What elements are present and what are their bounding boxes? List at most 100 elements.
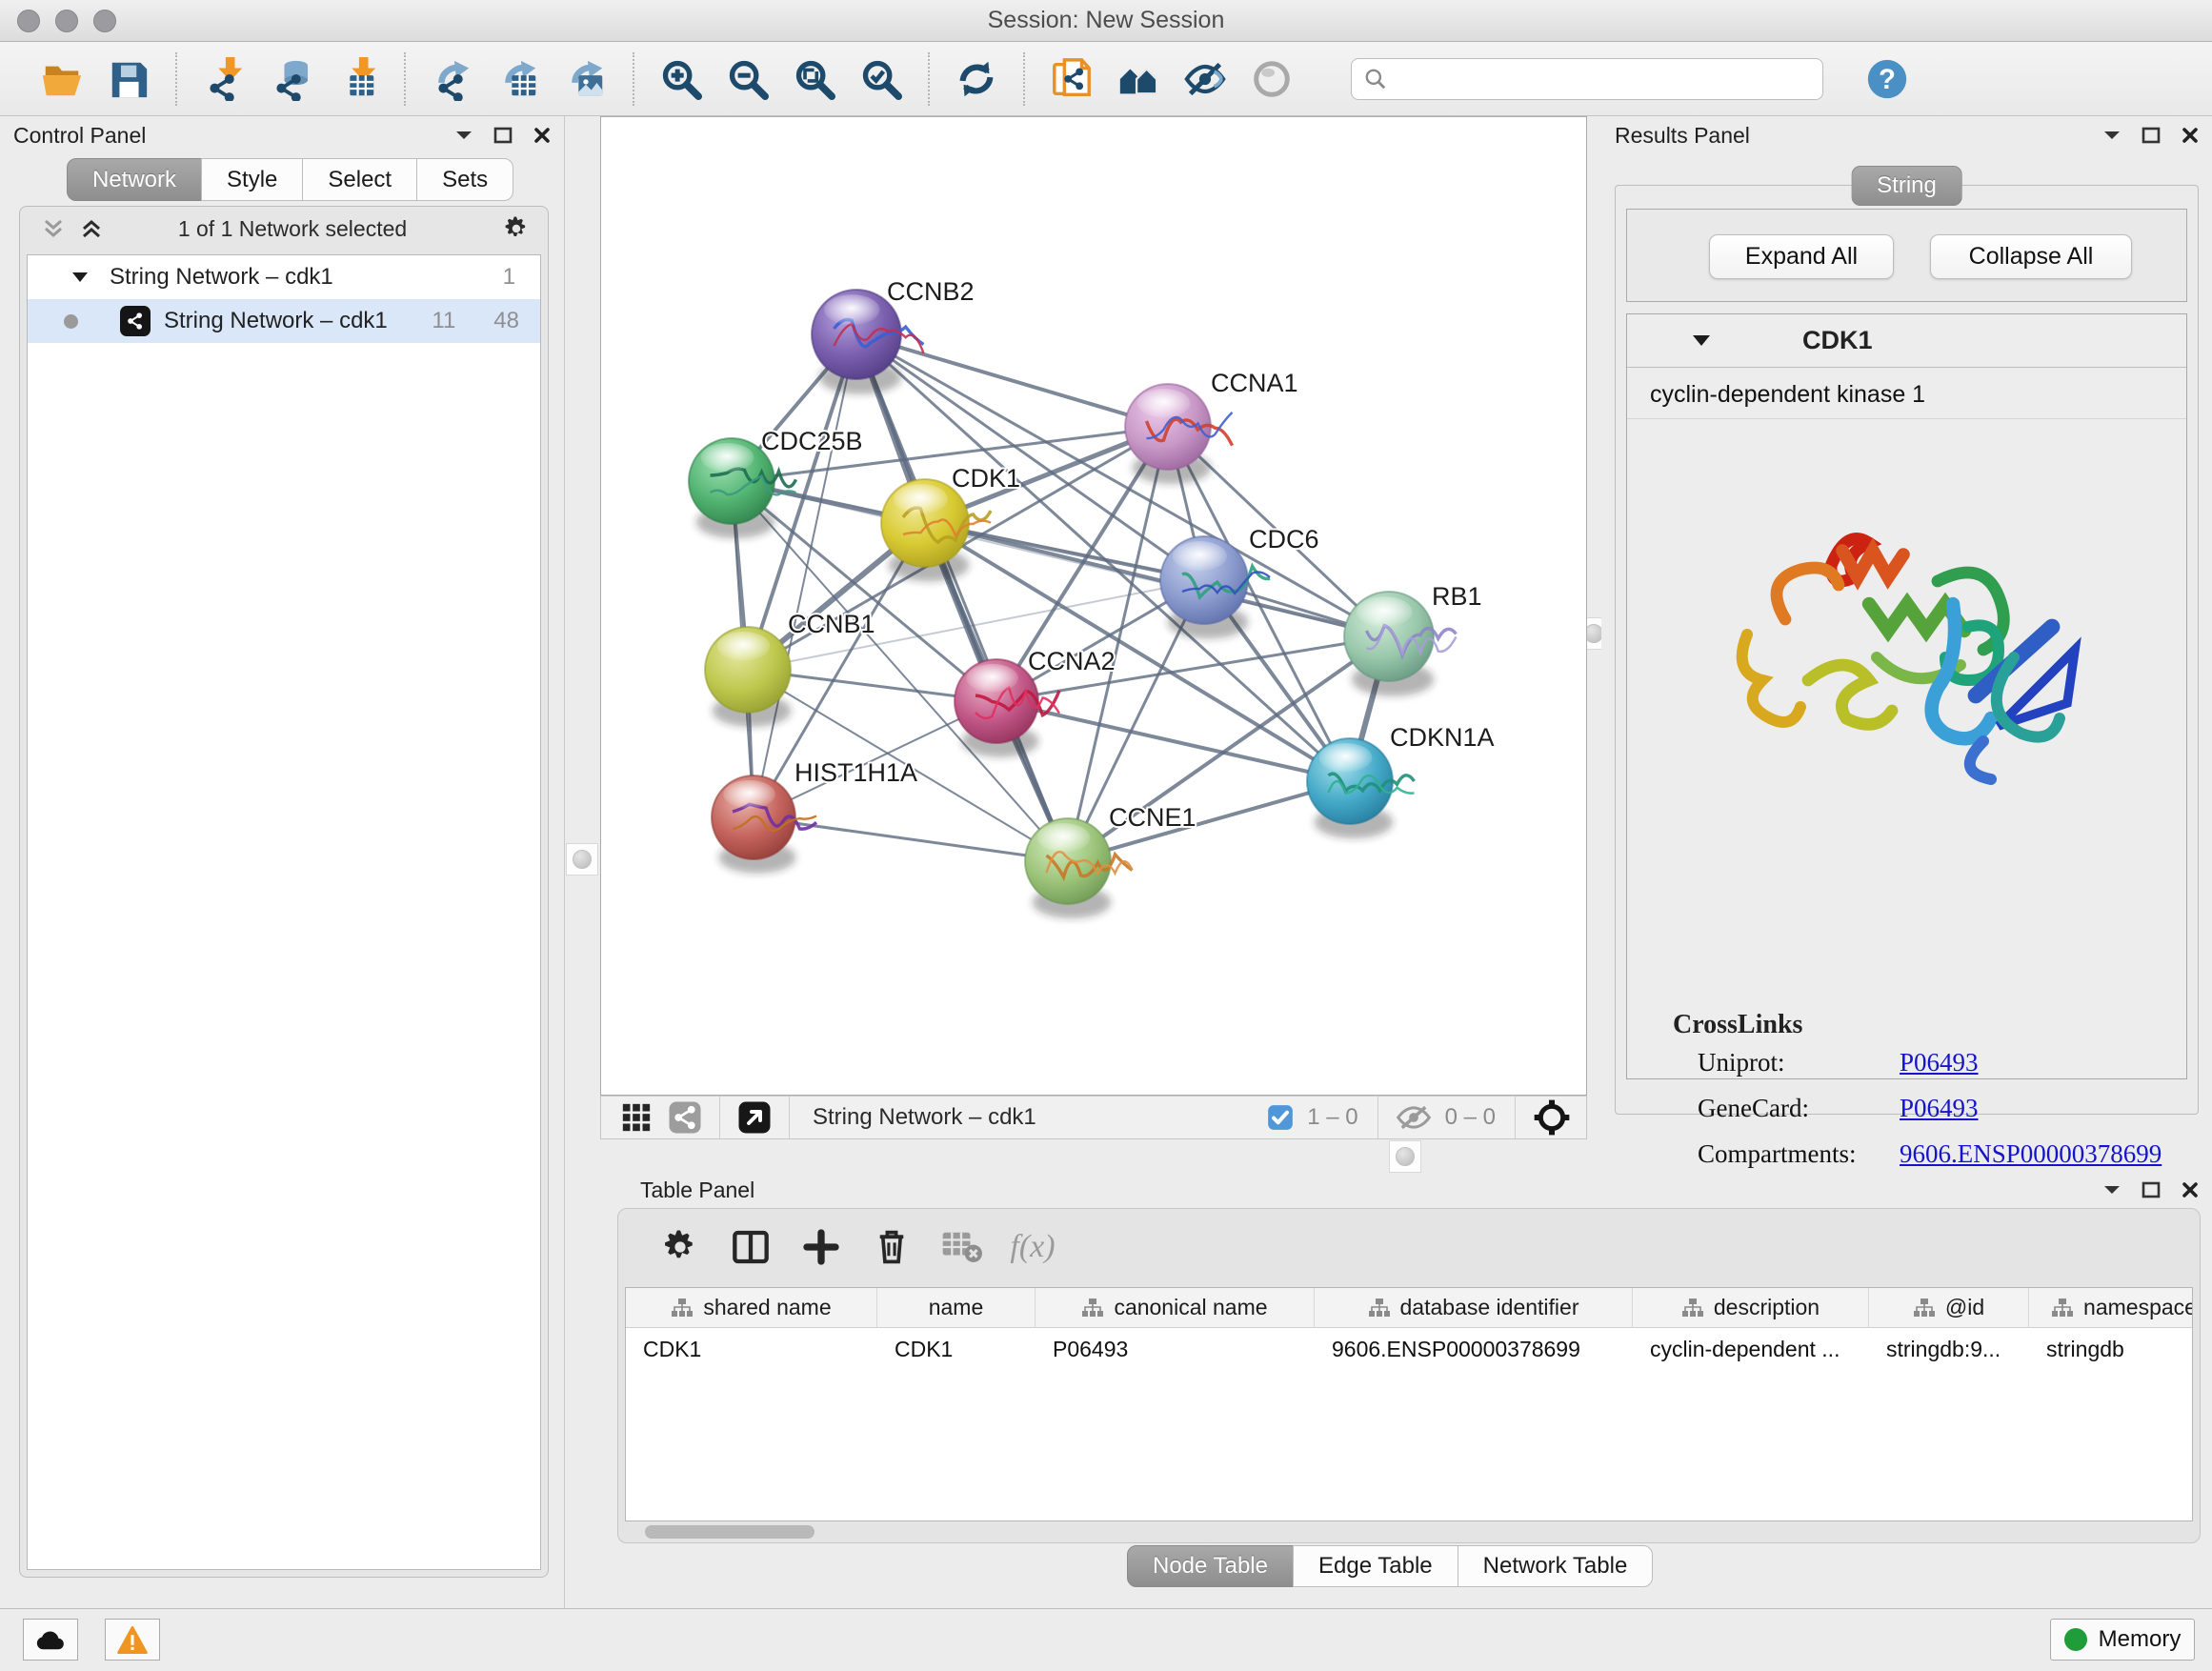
string-home-button[interactable]	[1111, 51, 1166, 107]
expand-all-networks-icon[interactable]	[79, 216, 104, 241]
node-label-CDK1: CDK1	[952, 464, 1020, 493]
main-toolbar: ?	[0, 42, 2212, 116]
import-table-file-button[interactable]	[330, 51, 385, 107]
zoom-out-button[interactable]	[720, 51, 775, 107]
expand-all-button[interactable]: Expand All	[1709, 234, 1894, 279]
network-canvas[interactable]: CCNB2CCNA1CDC25BCDK1CDC6RB1CCNB1CCNA2CDK…	[600, 116, 1587, 1096]
tab-style[interactable]: Style	[201, 158, 303, 201]
crosslink-label: GeneCard:	[1698, 1094, 1875, 1123]
tab-string[interactable]: String	[1851, 166, 1962, 206]
protein-section-header[interactable]: CDK1	[1627, 314, 2186, 368]
export-image-button[interactable]	[558, 51, 613, 107]
cell-shared-name[interactable]: CDK1	[626, 1328, 877, 1370]
edge-CDK1-RB1[interactable]	[925, 523, 1389, 636]
warning-button[interactable]	[105, 1619, 160, 1661]
edge-CCNB2-HIST1H1A[interactable]	[754, 334, 856, 817]
export-table-button[interactable]	[492, 51, 547, 107]
crosslink-link[interactable]: P06493	[1900, 1094, 1979, 1123]
delete-column-trash-icon[interactable]	[867, 1222, 916, 1272]
column-header-canonical-name[interactable]: canonical name	[1036, 1288, 1315, 1327]
tab-node-table[interactable]: Node Table	[1127, 1545, 1294, 1587]
network-view-icon[interactable]	[668, 1100, 702, 1135]
node-label-CCNA2: CCNA2	[1028, 647, 1116, 675]
column-header-namespace[interactable]: namespace	[2029, 1288, 2193, 1327]
crosslink-link[interactable]: 9606.ENSP00000378699	[1900, 1139, 2162, 1169]
cell-@id[interactable]: stringdb:9...	[1869, 1328, 2029, 1370]
cell-database-identifier[interactable]: 9606.ENSP00000378699	[1315, 1328, 1633, 1370]
export-network-button[interactable]	[425, 51, 480, 107]
control-panel-splitter[interactable]	[564, 116, 600, 1608]
edge-CCNA2-CDKN1A[interactable]	[996, 701, 1350, 781]
help-button[interactable]: ?	[1860, 51, 1915, 107]
tab-select[interactable]: Select	[302, 158, 417, 201]
import-network-file-button[interactable]	[196, 51, 251, 107]
network-row[interactable]: String Network – cdk1 11 48	[28, 299, 540, 343]
table-horizontal-scrollbar[interactable]	[645, 1525, 814, 1539]
refresh-layout-button[interactable]	[949, 51, 1004, 107]
tab-edge-table[interactable]: Edge Table	[1293, 1545, 1458, 1587]
select-columns-icon[interactable]	[726, 1222, 775, 1272]
column-header-shared-name[interactable]: shared name	[626, 1288, 877, 1327]
show-glass-style-button[interactable]	[1244, 51, 1299, 107]
node-CCNA1[interactable]	[1125, 384, 1233, 484]
string-document-button[interactable]	[1044, 51, 1099, 107]
edge-HIST1H1A-CCNE1[interactable]	[754, 817, 1068, 861]
panel-menu-icon[interactable]	[2103, 130, 2121, 141]
selected-checkbox-icon[interactable]	[1267, 1104, 1294, 1131]
network-panel-body: 1 of 1 Network selected String Network –…	[19, 206, 549, 1578]
panel-menu-icon[interactable]	[455, 130, 473, 141]
column-header-database-identifier[interactable]: database identifier	[1315, 1288, 1633, 1327]
birdseye-view-icon[interactable]	[737, 1100, 772, 1135]
table-settings-gear-icon[interactable]	[655, 1222, 705, 1272]
crosslink-link[interactable]: P06493	[1900, 1048, 1979, 1077]
node-CDKN1A[interactable]	[1307, 738, 1415, 838]
tab-network[interactable]: Network	[67, 158, 202, 201]
cloud-button[interactable]	[23, 1619, 78, 1661]
close-panel-icon[interactable]	[533, 127, 551, 144]
float-panel-icon[interactable]	[2142, 1181, 2161, 1198]
search-input[interactable]	[1388, 61, 1822, 97]
close-panel-icon[interactable]	[2182, 1181, 2199, 1198]
import-network-database-button[interactable]	[263, 51, 318, 107]
network-collection-row[interactable]: String Network – cdk1 1	[28, 255, 540, 299]
column-header-description[interactable]: description	[1633, 1288, 1869, 1327]
cell-canonical-name[interactable]: P06493	[1036, 1328, 1315, 1370]
section-expander-icon[interactable]	[1692, 334, 1711, 348]
save-session-button[interactable]	[101, 51, 156, 107]
protein-results-scroll[interactable]: CDK1 cyclin-dependent kinase 1 CrossLink…	[1626, 313, 2187, 1079]
panel-menu-icon[interactable]	[2103, 1184, 2121, 1196]
show-glass-style-icon	[1250, 57, 1294, 101]
grid-view-icon[interactable]	[620, 1101, 653, 1134]
tab-sets[interactable]: Sets	[416, 158, 513, 201]
close-panel-icon[interactable]	[2182, 127, 2199, 144]
edge-CCNB2-CCNA1[interactable]	[856, 334, 1168, 427]
collapse-all-button[interactable]: Collapse All	[1930, 234, 2132, 279]
memory-button[interactable]: Memory	[2050, 1619, 2195, 1661]
edge-CCNA1-CCNE1[interactable]	[1068, 427, 1168, 861]
column-header-@id[interactable]: @id	[1869, 1288, 2029, 1327]
node-CCNB1[interactable]	[705, 627, 791, 727]
control-panel-tabs: NetworkStyleSelectSets	[0, 158, 564, 202]
cell-name[interactable]: CDK1	[877, 1328, 1036, 1370]
table-row[interactable]: CDK1CDK1P064939606.ENSP00000378699cyclin…	[626, 1328, 2192, 1370]
create-column-plus-icon[interactable]	[796, 1222, 846, 1272]
fit-selected-crosshair-icon[interactable]	[1533, 1098, 1571, 1137]
collapse-all-networks-icon[interactable]	[41, 216, 66, 241]
float-panel-icon[interactable]	[493, 127, 513, 144]
node-CCNE1[interactable]	[1025, 818, 1133, 918]
results-panel-splitter[interactable]	[1587, 116, 1601, 1139]
tab-network-table[interactable]: Network Table	[1458, 1545, 1654, 1587]
zoom-selected-button[interactable]	[854, 51, 909, 107]
cell-namespace[interactable]: stringdb	[2029, 1328, 2193, 1370]
node-CDK1[interactable]	[881, 479, 991, 581]
zoom-fit-button[interactable]	[787, 51, 842, 107]
open-session-button[interactable]	[34, 51, 90, 107]
collection-expander-icon[interactable]	[71, 272, 89, 284]
search-field[interactable]	[1351, 58, 1823, 100]
cell-description[interactable]: cyclin-dependent ...	[1633, 1328, 1869, 1370]
network-options-gear-icon[interactable]	[502, 214, 531, 243]
zoom-in-button[interactable]	[654, 51, 709, 107]
float-panel-icon[interactable]	[2142, 127, 2161, 144]
hide-glass-style-button[interactable]	[1177, 51, 1233, 107]
column-header-name[interactable]: name	[877, 1288, 1036, 1327]
